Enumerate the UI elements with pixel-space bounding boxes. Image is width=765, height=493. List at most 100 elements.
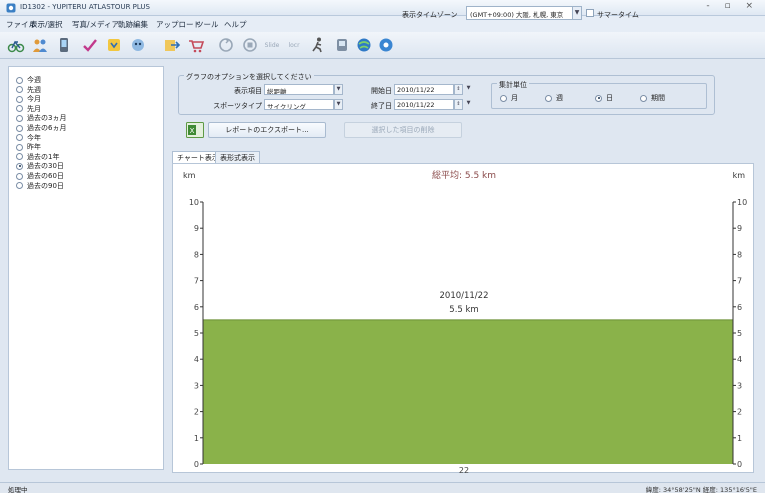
y-tick-label-right: 3 [737,381,742,390]
chevron-down-icon[interactable]: ▼ [572,6,582,20]
gps-icon[interactable] [332,36,352,54]
period-option-label: 過去の60日 [27,172,64,180]
end-date-field[interactable]: 2010/11/22 [394,99,454,110]
chevron-down-icon[interactable]: ▼ [334,99,343,110]
y-tick-label-left: 9 [194,224,199,233]
radio-button[interactable] [16,182,23,190]
locr-icon[interactable]: locr [284,36,304,54]
sport-type-label: スポーツタイプ [213,102,262,110]
delete-selected-button[interactable]: 選択した項目の削除 [344,122,462,138]
y-tick-label-left: 3 [194,381,199,390]
aggregate-option-day[interactable]: 日 [595,93,613,103]
summer-time-checkbox[interactable] [586,9,594,17]
aggregate-option-period[interactable]: 期間 [640,93,665,103]
sport-type-select[interactable]: サイクリング [264,99,334,110]
menu-bar: ファイル 表示/選択 写真/メディア 軌跡編集 アップロード ツール ヘルプ [0,16,765,32]
period-option-last-week[interactable]: 先週 [16,85,41,95]
radio-button[interactable] [595,94,602,102]
status-coordinates: 緯度: 34°58'25"N 経度: 135°16'5"E [645,486,757,493]
window-controls[interactable]: - ▫ × [706,1,759,11]
timezone-select[interactable]: (GMT+09:00) 大阪, 札幌, 東京 [466,6,574,20]
radio-button[interactable] [16,95,23,103]
y-tick-label-right: 10 [737,198,747,207]
radio-button[interactable] [16,86,23,94]
slide-icon[interactable]: Slide [262,36,282,54]
calendar-dropdown-icon[interactable]: ▼ [464,99,473,110]
radio-button[interactable] [16,105,23,113]
menu-tools[interactable]: ツール [196,19,219,30]
aggregate-option-label: 月 [511,94,518,102]
period-option-this-month[interactable]: 今月 [16,94,41,104]
chevron-down-icon[interactable]: ▼ [334,84,343,95]
radio-button[interactable] [500,94,507,102]
app-logo-icon [6,3,16,13]
radio-button[interactable] [16,143,23,151]
export-icon[interactable] [162,36,182,54]
calendar-dropdown-icon[interactable]: ▼ [464,84,473,95]
y-axis-unit-left: km [183,171,196,180]
globe-icon[interactable] [354,36,374,54]
radio-button[interactable] [16,76,23,84]
phone-icon[interactable] [54,36,74,54]
aggregate-option-label: 週 [556,94,563,102]
period-option-this-week[interactable]: 今週 [16,75,41,85]
y-tick-label-left: 10 [189,198,199,207]
menu-track-edit[interactable]: 軌跡編集 [118,19,148,30]
aggregate-option-label: 期間 [651,94,665,102]
spinner-icon[interactable]: ⇕ [454,84,463,95]
menu-help[interactable]: ヘルプ [224,19,247,30]
menu-view-select[interactable]: 表示/選択 [30,19,63,30]
period-option-label: 過去の6ヵ月 [27,124,67,132]
y-tick-label-left: 6 [194,303,199,312]
runner-icon[interactable] [308,36,328,54]
y-tick-label-right: 2 [737,408,742,417]
spinner-icon[interactable]: ⇕ [454,99,463,110]
tab-table-view[interactable]: 表形式表示 [215,151,260,163]
period-option-past-60-days[interactable]: 過去の60日 [16,171,64,181]
start-date-label: 開始日 [371,87,392,95]
radio-button[interactable] [16,162,23,170]
display-item-select[interactable]: 総距離 [264,84,334,95]
people-icon[interactable] [30,36,50,54]
aggregate-option-month[interactable]: 月 [500,93,518,103]
bookmark-icon[interactable] [104,36,124,54]
aggregate-option-week[interactable]: 週 [545,93,563,103]
period-option-label: 昨年 [27,143,41,152]
globe-settings-icon[interactable] [376,36,396,54]
radio-button[interactable] [545,94,552,102]
period-option-past-30-days[interactable]: 過去の30日 [16,161,64,171]
radio-button[interactable] [16,153,23,161]
excel-icon[interactable]: X [186,122,204,138]
radio-button[interactable] [16,172,23,180]
display-item-label: 表示項目 [234,87,262,95]
period-option-past-90-days[interactable]: 過去の90日 [16,181,64,191]
start-date-field[interactable]: 2010/11/22 [394,84,454,95]
robot-icon[interactable] [128,36,148,54]
period-option-last-year[interactable]: 昨年 [16,142,41,152]
radio-button[interactable] [16,134,23,142]
x-tick-label: 22 [459,466,469,474]
y-tick-label-left: 8 [194,250,199,259]
sync-icon[interactable] [240,36,260,54]
y-tick-label-right: 4 [737,355,742,364]
checkmark-icon[interactable] [80,36,100,54]
y-tick-label-left: 1 [194,434,199,443]
period-option-past-3-months[interactable]: 過去の3ヵ月 [16,113,66,123]
bike-icon[interactable] [6,36,26,54]
recycle-icon[interactable] [216,36,236,54]
menu-upload[interactable]: アップロード [156,19,201,30]
menu-photo-media[interactable]: 写真/メディア [72,19,119,30]
radio-button[interactable] [16,124,23,132]
export-report-button[interactable]: レポートのエクスポート... [208,122,326,138]
period-option-label: 過去の1年 [27,152,60,161]
y-tick-label-left: 4 [194,355,199,364]
period-option-this-year[interactable]: 今年 [16,133,41,143]
period-option-last-month[interactable]: 先月 [16,104,41,114]
radio-button[interactable] [640,94,647,102]
y-tick-label-right: 7 [737,277,742,286]
cart-icon[interactable] [186,36,206,54]
period-option-past-1-year[interactable]: 過去の1年 [16,152,59,162]
radio-button[interactable] [16,114,23,122]
period-option-label: 過去の3ヵ月 [27,114,67,123]
period-option-past-6-months[interactable]: 過去の6ヵ月 [16,123,66,133]
